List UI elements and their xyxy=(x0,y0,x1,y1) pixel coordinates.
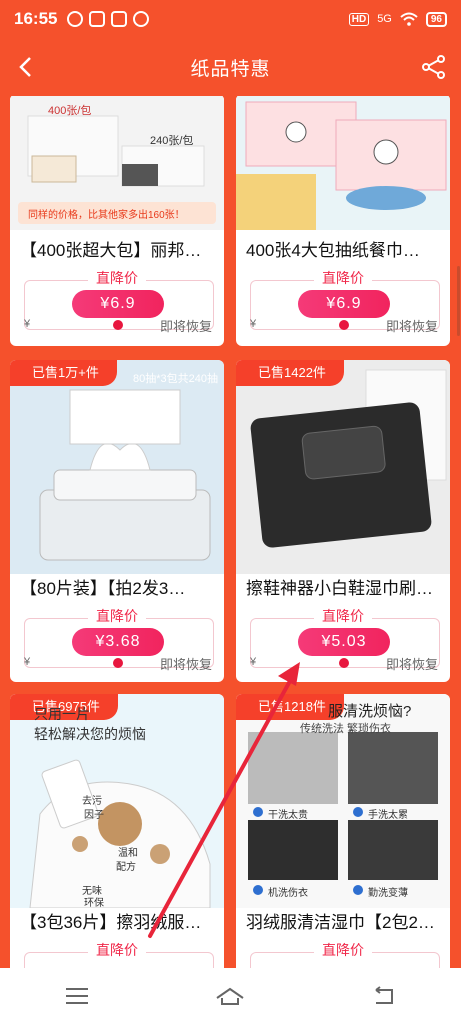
status-time: 16:55 xyxy=(14,9,58,28)
menu-button[interactable] xyxy=(57,976,97,1016)
sold-badge: 已售1万+件 xyxy=(10,360,117,386)
product-title[interactable]: 羽绒服清洁湿巾【2包2… xyxy=(246,908,442,933)
image-caption: 传统洗法 繁琐伤衣 xyxy=(300,723,392,735)
price-dot xyxy=(113,658,123,668)
price-pill[interactable]: ¥3.68 xyxy=(72,628,164,656)
status-bar: 16:55 HD 5G 96 xyxy=(0,0,461,38)
system-nav-bar xyxy=(0,968,461,1024)
product-title[interactable]: 【3包36片】擦羽绒服… xyxy=(20,908,216,933)
image-caption: 服清洗烦恼? xyxy=(328,703,412,720)
home-icon xyxy=(216,987,245,1005)
product-card[interactable]: 400张/包 240张/包 同样的价格，比其他家多出160张！ 【400张超大包… xyxy=(10,96,224,346)
price-label: 直降价 xyxy=(88,942,146,958)
back-nav-button[interactable] xyxy=(364,976,404,1016)
product-title[interactable]: 【80片装】【拍2发3… xyxy=(20,574,216,599)
image-caption: 环保 xyxy=(84,898,104,909)
price-dot xyxy=(113,320,123,330)
image-caption: 轻松解决您的烦恼 xyxy=(34,726,146,742)
price-area[interactable]: 直降价 xyxy=(10,938,224,968)
product-card[interactable]: 已售1218件 服清洗烦恼? 传统洗法 繁琐伤衣 干洗太贵 手洗太累 机洗伤衣 … xyxy=(236,694,450,968)
image-caption: 机洗伤衣 xyxy=(268,888,308,899)
price-label: 直降价 xyxy=(88,608,146,624)
product-title[interactable]: 400张4大包抽纸餐巾… xyxy=(246,236,442,261)
back-nav-icon xyxy=(375,986,394,1004)
home-button[interactable] xyxy=(210,976,250,1016)
price-area[interactable]: 直降价 ¥6.9 ¥ 即将恢复 xyxy=(10,266,224,344)
image-caption: 因子 xyxy=(84,810,104,821)
original-price: ¥ xyxy=(24,318,31,330)
price-area[interactable]: 直降价 ¥3.68 ¥ 即将恢复 xyxy=(10,604,224,682)
page-header: 纸品特惠 xyxy=(0,38,461,96)
price-dot xyxy=(339,320,349,330)
product-image xyxy=(236,360,450,574)
price-pill[interactable]: ¥6.9 xyxy=(298,290,390,318)
image-caption: 去污 xyxy=(82,796,102,807)
notification-weibo-icon xyxy=(133,11,150,27)
product-card[interactable]: 已售1422件 擦鞋神器小白鞋湿巾刷… 直降价 ¥5.03 ¥ 即将恢复 xyxy=(236,360,450,682)
price-area[interactable]: 直降价 xyxy=(236,938,450,968)
price-pill[interactable]: ¥5.03 xyxy=(298,628,390,656)
restore-label: 即将恢复 xyxy=(159,657,212,672)
battery-indicator: 96 xyxy=(425,11,447,27)
image-caption: 勤洗变薄 xyxy=(368,888,408,899)
image-caption: 温和 xyxy=(118,848,138,859)
scroll-indicator xyxy=(457,266,460,336)
image-caption: 同样的价格，比其他家多出160张！ xyxy=(28,210,185,221)
product-card[interactable]: 400张4大包抽纸餐巾… 直降价 ¥6.9 ¥ 即将恢复 xyxy=(236,96,450,346)
status-right: HD 5G 96 xyxy=(348,11,447,27)
network-indicator: 5G xyxy=(377,13,392,25)
image-caption: 手洗太累 xyxy=(368,810,408,821)
original-price: ¥ xyxy=(24,656,31,668)
product-grid[interactable]: 400张/包 240张/包 同样的价格，比其他家多出160张！ 【400张超大包… xyxy=(0,96,461,968)
menu-icon xyxy=(65,988,88,1004)
product-title[interactable]: 【400张超大包】丽邦… xyxy=(20,236,216,261)
image-caption: 配方 xyxy=(116,862,136,873)
page-title: 纸品特惠 xyxy=(190,58,271,80)
sold-badge: 已售1422件 xyxy=(236,360,344,386)
restore-label: 即将恢复 xyxy=(385,657,438,672)
image-caption: 只用一片 xyxy=(34,706,90,722)
product-image xyxy=(236,96,450,230)
original-price: ¥ xyxy=(250,318,257,330)
back-arrow-icon[interactable] xyxy=(16,56,38,78)
image-caption: 干洗太贵 xyxy=(268,810,308,821)
price-area[interactable]: 直降价 ¥6.9 ¥ 即将恢复 xyxy=(236,266,450,344)
product-image xyxy=(10,360,224,574)
restore-label: 即将恢复 xyxy=(385,319,438,334)
wifi-icon xyxy=(400,12,418,26)
product-card[interactable]: 已售6975件 只用一片 轻松解决您的烦恼 去污 因子 温和 配方 无味 环保 … xyxy=(10,694,224,968)
share-icon[interactable] xyxy=(421,54,447,80)
price-label: 直降价 xyxy=(314,942,372,958)
product-card[interactable]: 已售1万+件 80抽*3包共240抽 【80片装】【拍2发3… 直降价 ¥3.6… xyxy=(10,360,224,682)
restore-label: 即将恢复 xyxy=(159,319,212,334)
original-price: ¥ xyxy=(250,656,257,668)
image-caption: 80抽*3包共240抽 xyxy=(133,373,218,385)
image-caption: 240张/包 xyxy=(150,135,194,147)
notification-message-icon xyxy=(89,11,106,27)
product-title[interactable]: 擦鞋神器小白鞋湿巾刷… xyxy=(246,574,442,599)
image-caption: 400张/包 xyxy=(48,105,92,117)
price-label: 直降价 xyxy=(88,270,146,286)
price-area[interactable]: 直降价 ¥5.03 ¥ 即将恢复 xyxy=(236,604,450,682)
notification-app-icon xyxy=(111,11,128,27)
price-pill[interactable]: ¥6.9 xyxy=(72,290,164,318)
price-label: 直降价 xyxy=(314,608,372,624)
price-dot xyxy=(339,658,349,668)
notification-app-icon xyxy=(67,11,84,27)
hd-badge: HD xyxy=(348,12,370,26)
price-label: 直降价 xyxy=(314,270,372,286)
notification-icons xyxy=(67,11,150,27)
